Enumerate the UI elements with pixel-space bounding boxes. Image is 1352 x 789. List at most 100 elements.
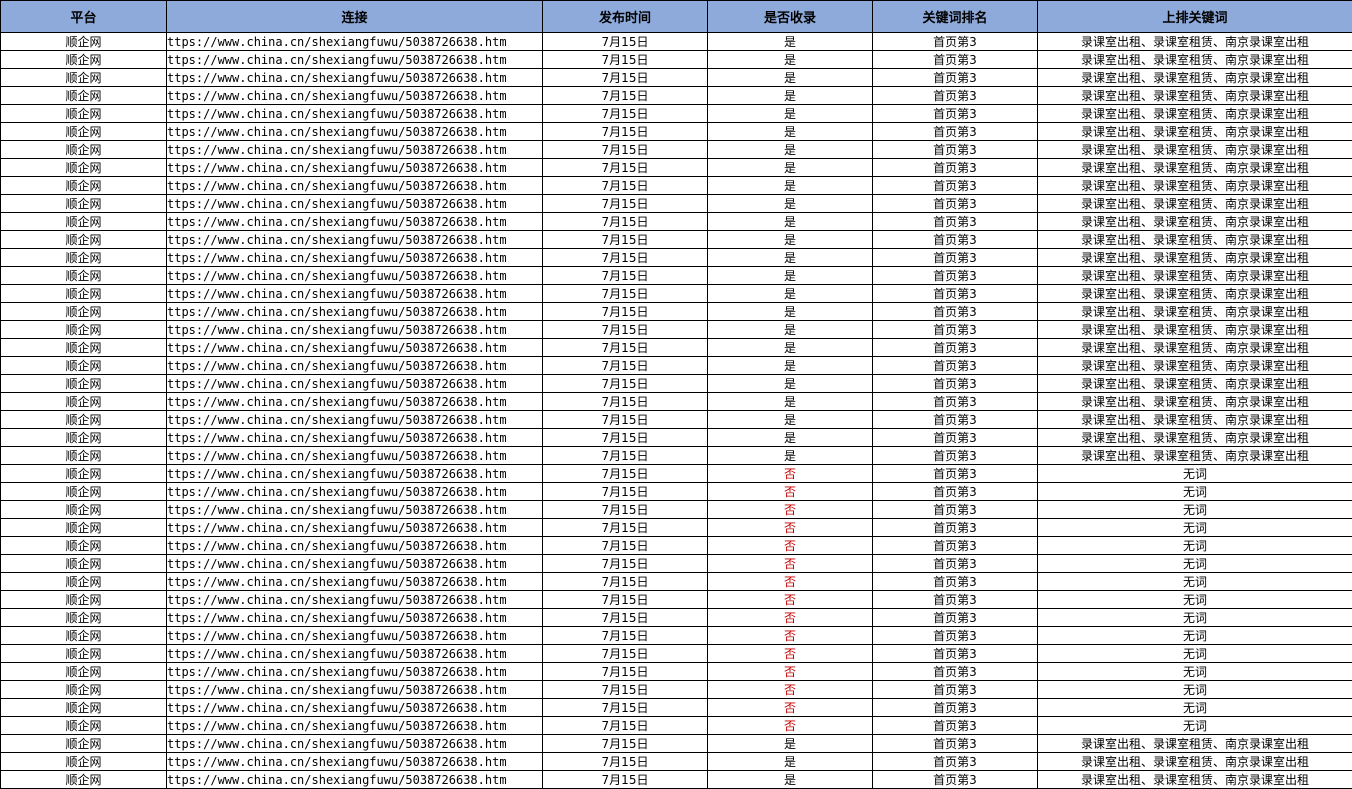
indexed-cell[interactable]: 是 [707, 320, 873, 339]
keyword-rank-cell[interactable]: 首页第3 [872, 68, 1038, 87]
keyword-rank-cell[interactable]: 首页第3 [872, 752, 1038, 771]
indexed-cell[interactable]: 否 [707, 680, 873, 699]
ranked-keywords-cell[interactable]: 录课室出租、录课室租赁、南京录课室出租 [1037, 140, 1352, 159]
keyword-rank-cell[interactable]: 首页第3 [872, 212, 1038, 231]
publish-date-cell[interactable]: 7月15日 [542, 770, 708, 789]
publish-date-cell[interactable]: 7月15日 [542, 752, 708, 771]
publish-date-cell[interactable]: 7月15日 [542, 608, 708, 627]
publish-date-cell[interactable]: 7月15日 [542, 590, 708, 609]
indexed-cell[interactable]: 否 [707, 500, 873, 519]
link-cell[interactable]: ttps://www.china.cn/shexiangfuwu/5038726… [166, 122, 543, 141]
platform-cell[interactable]: 顺企网 [0, 608, 167, 627]
indexed-cell[interactable]: 是 [707, 752, 873, 771]
ranked-keywords-cell[interactable]: 录课室出租、录课室租赁、南京录课室出租 [1037, 266, 1352, 285]
platform-cell[interactable]: 顺企网 [0, 32, 167, 51]
publish-date-cell[interactable]: 7月15日 [542, 230, 708, 249]
indexed-cell[interactable]: 是 [707, 194, 873, 213]
publish-date-cell[interactable]: 7月15日 [542, 374, 708, 393]
keyword-rank-cell[interactable]: 首页第3 [872, 518, 1038, 537]
ranked-keywords-cell[interactable]: 录课室出租、录课室租赁、南京录课室出租 [1037, 86, 1352, 105]
link-cell[interactable]: ttps://www.china.cn/shexiangfuwu/5038726… [166, 464, 543, 483]
header-link[interactable]: 连接 [166, 0, 543, 33]
platform-cell[interactable]: 顺企网 [0, 140, 167, 159]
platform-cell[interactable]: 顺企网 [0, 194, 167, 213]
keyword-rank-cell[interactable]: 首页第3 [872, 590, 1038, 609]
link-cell[interactable]: ttps://www.china.cn/shexiangfuwu/5038726… [166, 716, 543, 735]
keyword-rank-cell[interactable]: 首页第3 [872, 680, 1038, 699]
indexed-cell[interactable]: 是 [707, 356, 873, 375]
platform-cell[interactable]: 顺企网 [0, 752, 167, 771]
indexed-cell[interactable]: 是 [707, 770, 873, 789]
indexed-cell[interactable]: 否 [707, 482, 873, 501]
keyword-rank-cell[interactable]: 首页第3 [872, 248, 1038, 267]
keyword-rank-cell[interactable]: 首页第3 [872, 446, 1038, 465]
platform-cell[interactable]: 顺企网 [0, 176, 167, 195]
ranked-keywords-cell[interactable]: 录课室出租、录课室租赁、南京录课室出租 [1037, 158, 1352, 177]
link-cell[interactable]: ttps://www.china.cn/shexiangfuwu/5038726… [166, 392, 543, 411]
publish-date-cell[interactable]: 7月15日 [542, 446, 708, 465]
publish-date-cell[interactable]: 7月15日 [542, 734, 708, 753]
ranked-keywords-cell[interactable]: 录课室出租、录课室租赁、南京录课室出租 [1037, 212, 1352, 231]
keyword-rank-cell[interactable]: 首页第3 [872, 734, 1038, 753]
platform-cell[interactable]: 顺企网 [0, 284, 167, 303]
indexed-cell[interactable]: 是 [707, 158, 873, 177]
platform-cell[interactable]: 顺企网 [0, 338, 167, 357]
keyword-rank-cell[interactable]: 首页第3 [872, 608, 1038, 627]
keyword-rank-cell[interactable]: 首页第3 [872, 662, 1038, 681]
keyword-rank-cell[interactable]: 首页第3 [872, 536, 1038, 555]
ranked-keywords-cell[interactable]: 录课室出租、录课室租赁、南京录课室出租 [1037, 392, 1352, 411]
platform-cell[interactable]: 顺企网 [0, 212, 167, 231]
keyword-rank-cell[interactable]: 首页第3 [872, 392, 1038, 411]
keyword-rank-cell[interactable]: 首页第3 [872, 356, 1038, 375]
keyword-rank-cell[interactable]: 首页第3 [872, 122, 1038, 141]
platform-cell[interactable]: 顺企网 [0, 428, 167, 447]
ranked-keywords-cell[interactable]: 录课室出租、录课室租赁、南京录课室出租 [1037, 320, 1352, 339]
keyword-rank-cell[interactable]: 首页第3 [872, 698, 1038, 717]
keyword-rank-cell[interactable]: 首页第3 [872, 104, 1038, 123]
indexed-cell[interactable]: 是 [707, 374, 873, 393]
link-cell[interactable]: ttps://www.china.cn/shexiangfuwu/5038726… [166, 248, 543, 267]
link-cell[interactable]: ttps://www.china.cn/shexiangfuwu/5038726… [166, 284, 543, 303]
keyword-rank-cell[interactable]: 首页第3 [872, 50, 1038, 69]
link-cell[interactable]: ttps://www.china.cn/shexiangfuwu/5038726… [166, 50, 543, 69]
keyword-rank-cell[interactable]: 首页第3 [872, 716, 1038, 735]
publish-date-cell[interactable]: 7月15日 [542, 698, 708, 717]
publish-date-cell[interactable]: 7月15日 [542, 428, 708, 447]
link-cell[interactable]: ttps://www.china.cn/shexiangfuwu/5038726… [166, 374, 543, 393]
ranked-keywords-cell[interactable]: 录课室出租、录课室租赁、南京录课室出租 [1037, 248, 1352, 267]
indexed-cell[interactable]: 是 [707, 32, 873, 51]
platform-cell[interactable]: 顺企网 [0, 230, 167, 249]
publish-date-cell[interactable]: 7月15日 [542, 716, 708, 735]
platform-cell[interactable]: 顺企网 [0, 626, 167, 645]
publish-date-cell[interactable]: 7月15日 [542, 482, 708, 501]
publish-date-cell[interactable]: 7月15日 [542, 572, 708, 591]
publish-date-cell[interactable]: 7月15日 [542, 266, 708, 285]
keyword-rank-cell[interactable]: 首页第3 [872, 644, 1038, 663]
indexed-cell[interactable]: 否 [707, 644, 873, 663]
platform-cell[interactable]: 顺企网 [0, 248, 167, 267]
indexed-cell[interactable]: 是 [707, 410, 873, 429]
ranked-keywords-cell[interactable]: 录课室出租、录课室租赁、南京录课室出租 [1037, 176, 1352, 195]
publish-date-cell[interactable]: 7月15日 [542, 122, 708, 141]
ranked-keywords-cell[interactable]: 录课室出租、录课室租赁、南京录课室出租 [1037, 122, 1352, 141]
platform-cell[interactable]: 顺企网 [0, 698, 167, 717]
keyword-rank-cell[interactable]: 首页第3 [872, 428, 1038, 447]
ranked-keywords-cell[interactable]: 录课室出租、录课室租赁、南京录课室出租 [1037, 284, 1352, 303]
publish-date-cell[interactable]: 7月15日 [542, 302, 708, 321]
publish-date-cell[interactable]: 7月15日 [542, 464, 708, 483]
keyword-rank-cell[interactable]: 首页第3 [872, 626, 1038, 645]
keyword-rank-cell[interactable]: 首页第3 [872, 194, 1038, 213]
platform-cell[interactable]: 顺企网 [0, 356, 167, 375]
indexed-cell[interactable]: 否 [707, 518, 873, 537]
keyword-rank-cell[interactable]: 首页第3 [872, 158, 1038, 177]
platform-cell[interactable]: 顺企网 [0, 104, 167, 123]
ranked-keywords-cell[interactable]: 无词 [1037, 662, 1352, 681]
header-ranked-keywords[interactable]: 上排关键词 [1037, 0, 1352, 33]
link-cell[interactable]: ttps://www.china.cn/shexiangfuwu/5038726… [166, 158, 543, 177]
link-cell[interactable]: ttps://www.china.cn/shexiangfuwu/5038726… [166, 104, 543, 123]
platform-cell[interactable]: 顺企网 [0, 590, 167, 609]
platform-cell[interactable]: 顺企网 [0, 716, 167, 735]
keyword-rank-cell[interactable]: 首页第3 [872, 302, 1038, 321]
indexed-cell[interactable]: 是 [707, 68, 873, 87]
platform-cell[interactable]: 顺企网 [0, 572, 167, 591]
